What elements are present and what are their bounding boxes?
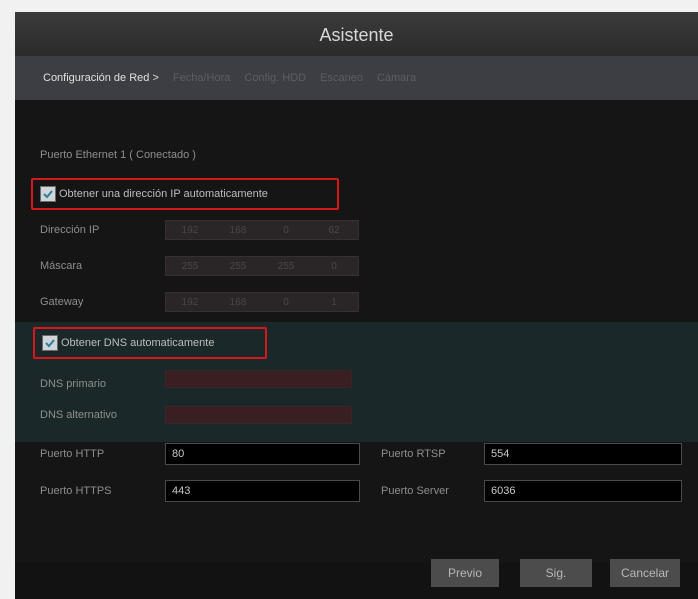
rtsp-port-field[interactable]: 554 <box>484 443 682 465</box>
server-port-label: Puerto Server <box>381 485 449 497</box>
auto-dns-highlight: Obtener DNS automaticamente <box>33 327 267 359</box>
secondary-dns-label: DNS alternativo <box>40 409 118 421</box>
checkmark-icon <box>43 190 53 199</box>
primary-dns-field[interactable] <box>165 370 352 388</box>
mask-field[interactable]: 255 255 255 0 <box>165 256 359 276</box>
mask-octet: 255 <box>229 260 247 272</box>
rtsp-port-label: Puerto RTSP <box>381 448 446 460</box>
http-port-field[interactable]: 80 <box>165 443 360 465</box>
ip-octet: 62 <box>328 224 340 236</box>
wizard-window: Asistente Configuración de Red > Fecha/H… <box>15 12 698 599</box>
mask-label: Máscara <box>40 260 83 272</box>
auto-ip-highlight: Obtener una dirección IP automaticamente <box>31 178 339 210</box>
gateway-octet: 0 <box>283 296 289 308</box>
mask-octet: 255 <box>277 260 295 272</box>
ip-octet: 0 <box>283 224 289 236</box>
next-button[interactable]: Sig. <box>520 559 592 587</box>
auto-dns-checkbox[interactable] <box>42 335 58 351</box>
checkmark-icon <box>45 339 55 348</box>
step-scan[interactable]: Escaneo <box>320 72 363 84</box>
cancel-button[interactable]: Cancelar <box>610 559 680 587</box>
mask-octet: 255 <box>181 260 199 272</box>
https-port-field[interactable]: 443 <box>165 480 360 502</box>
gateway-field[interactable]: 192 168 0 1 <box>165 292 359 312</box>
auto-ip-checkbox[interactable] <box>40 186 56 202</box>
step-network[interactable]: Configuración de Red > <box>43 72 159 84</box>
primary-dns-label: DNS primario <box>40 378 107 390</box>
mask-octet: 0 <box>331 260 337 272</box>
https-port-label: Puerto HTTPS <box>40 485 112 497</box>
auto-ip-label: Obtener una dirección IP automaticamente <box>59 188 268 200</box>
previous-button[interactable]: Previo <box>431 559 499 587</box>
gateway-octet: 192 <box>181 296 199 308</box>
gateway-octet: 168 <box>229 296 247 308</box>
step-hdd[interactable]: Config. HDD <box>244 72 306 84</box>
gateway-label: Gateway <box>40 296 84 308</box>
step-datetime[interactable]: Fecha/Hora <box>173 72 230 84</box>
ip-octet: 168 <box>229 224 247 236</box>
secondary-dns-field[interactable] <box>165 406 352 424</box>
ip-address-label: Dirección IP <box>40 224 100 236</box>
window-title: Asistente <box>15 12 698 56</box>
gateway-octet: 1 <box>331 296 337 308</box>
server-port-field[interactable]: 6036 <box>484 480 682 502</box>
step-camera[interactable]: Cámara <box>377 72 416 84</box>
http-port-label: Puerto HTTP <box>40 448 105 460</box>
ip-octet: 192 <box>181 224 199 236</box>
auto-dns-label: Obtener DNS automaticamente <box>61 337 215 349</box>
footer-bar <box>15 563 698 599</box>
ethernet-port-label: Puerto Ethernet 1 ( Conectado ) <box>40 149 196 161</box>
wizard-steps: Configuración de Red > Fecha/Hora Config… <box>15 56 698 100</box>
ip-address-field[interactable]: 192 168 0 62 <box>165 220 359 240</box>
